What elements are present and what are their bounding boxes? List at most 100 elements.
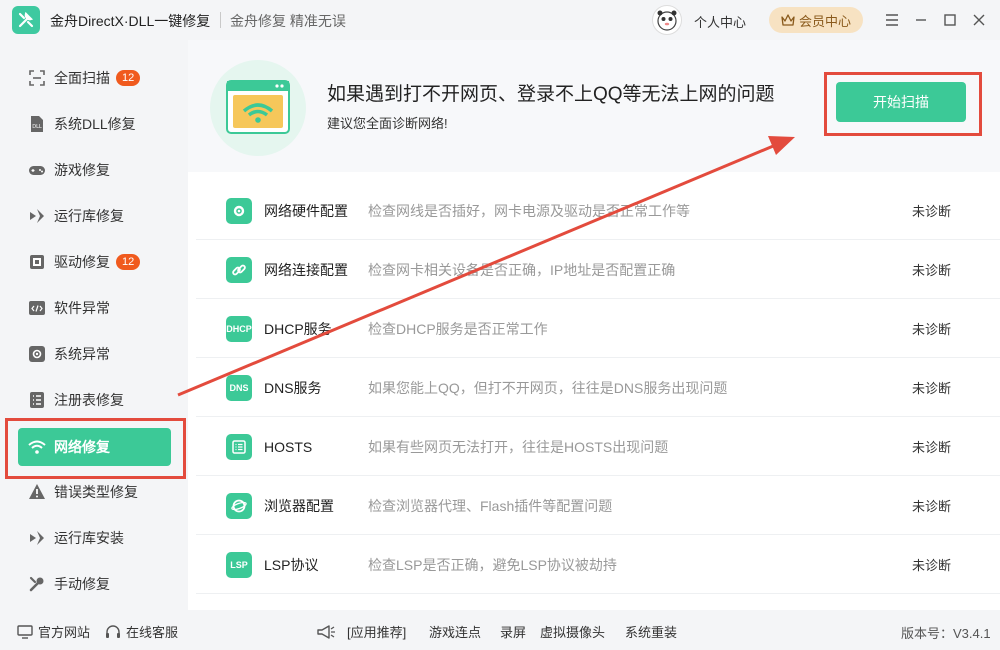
sidebar-item-label: 系统DLL修复	[54, 116, 136, 132]
official-site-label: 官方网站	[38, 625, 91, 640]
sidebar-item-label: 手动修复	[54, 576, 110, 592]
runtime-install-icon	[28, 529, 46, 547]
crown-icon	[781, 14, 795, 26]
sidebar-item-system[interactable]: 系统异常	[18, 334, 168, 374]
menu-icon[interactable]	[880, 8, 904, 32]
check-description: 如果您能上QQ，但打不开网页，往往是DNS服务出现问题	[368, 379, 728, 396]
count-badge: 12	[116, 254, 141, 270]
check-description: 如果有些网页无法打开，往往是HOSTS出现问题	[368, 438, 669, 455]
check-row-dns: DNS DNS服务 如果您能上QQ，但打不开网页，往往是DNS服务出现问题 未诊…	[196, 359, 1000, 417]
sidebar-item-registry[interactable]: 注册表修复	[18, 380, 168, 420]
sidebar-item-label: 运行库安装	[54, 530, 124, 546]
check-description: 检查网卡相关设备是否正确，IP地址是否配置正确	[368, 261, 676, 278]
check-status: 未诊断	[912, 499, 952, 514]
sidebar-item-driver[interactable]: 驱动修复 12	[18, 242, 168, 282]
sidebar-item-runtime-repair[interactable]: 运行库修复	[18, 196, 168, 236]
check-row-lsp: LSP LSP协议 检查LSP是否正确，避免LSP协议被劫持 未诊断	[196, 536, 1000, 594]
lsp-icon: LSP	[226, 551, 252, 578]
check-name: 浏览器配置	[264, 497, 334, 514]
sidebar-item-network[interactable]: 网络修复	[18, 428, 171, 466]
sidebar-item-label: 注册表修复	[54, 392, 124, 408]
footer-bar: 官方网站 在线客服 [应用推荐] 游戏连点 录屏 虚拟摄像头 系统重装 版本号：…	[0, 610, 1000, 650]
scan-icon	[28, 69, 46, 87]
sidebar-item-label: 运行库修复	[54, 208, 124, 224]
check-row-connection: 网络连接配置 检查网卡相关设备是否正确，IP地址是否配置正确 未诊断	[196, 241, 1000, 299]
check-row-hosts: HOSTS 如果有些网页无法打开，往往是HOSTS出现问题 未诊断	[196, 418, 1000, 476]
gear-icon	[226, 197, 252, 224]
check-name: LSP协议	[264, 556, 319, 573]
check-row-dhcp: DHCP DHCP服务 检查DHCP服务是否正常工作 未诊断	[196, 300, 1000, 358]
gamepad-icon	[28, 161, 46, 179]
check-name: HOSTS	[264, 438, 313, 455]
sidebar-item-manual[interactable]: 手动修复	[18, 564, 168, 604]
sidebar-item-full-scan[interactable]: 全面扫描 12	[18, 58, 168, 98]
driver-icon	[28, 253, 46, 271]
official-site-link[interactable]: 官方网站	[17, 622, 90, 641]
sidebar-item-label: 网络修复	[54, 439, 110, 455]
check-description: 检查DHCP服务是否正常工作	[368, 320, 548, 337]
check-description: 检查LSP是否正确，避免LSP协议被劫持	[368, 556, 617, 573]
registry-icon	[28, 391, 46, 409]
minimize-icon[interactable]	[909, 8, 933, 32]
app-logo	[12, 6, 40, 34]
footer-link-virtual-camera[interactable]: 虚拟摄像头	[540, 622, 605, 641]
footer-link-clicker[interactable]: 游戏连点	[429, 622, 481, 641]
hero-subtitle: 建议您全面诊断网络!	[327, 116, 448, 131]
title-bar: 金舟DirectX·DLL一键修复 金舟修复 精准无误 个人中心 会员中心	[0, 0, 1000, 40]
sidebar-item-error-type[interactable]: 错误类型修复	[18, 472, 168, 512]
footer-link-reinstall[interactable]: 系统重装	[625, 622, 677, 641]
gear-icon	[28, 345, 46, 363]
maximize-icon[interactable]	[938, 8, 962, 32]
wifi-icon	[28, 438, 46, 456]
count-badge: 12	[116, 70, 141, 86]
footer-link-recorder[interactable]: 录屏	[500, 622, 526, 641]
svg-text:DLL: DLL	[32, 124, 42, 130]
sidebar-item-game[interactable]: 游戏修复	[18, 150, 168, 190]
check-status: 未诊断	[912, 322, 952, 337]
user-avatar[interactable]	[652, 5, 682, 35]
sidebar-item-label: 驱动修复	[54, 254, 110, 270]
personal-center-link[interactable]: 个人中心	[694, 12, 746, 31]
sidebar-item-dll[interactable]: DLL 系统DLL修复	[18, 104, 168, 144]
link-icon	[226, 256, 252, 283]
vip-center-button[interactable]: 会员中心	[769, 7, 863, 33]
recommend-label: [应用推荐]	[347, 625, 407, 640]
code-icon	[28, 299, 46, 317]
version-label: 版本号：V3.4.1	[901, 626, 991, 641]
sidebar-item-label: 错误类型修复	[54, 484, 138, 500]
start-scan-button[interactable]: 开始扫描	[836, 82, 966, 122]
app-slogan: 金舟修复 精准无误	[230, 13, 346, 29]
online-service-label: 在线客服	[126, 625, 179, 640]
check-status: 未诊断	[912, 558, 952, 573]
sidebar-item-label: 游戏修复	[54, 162, 110, 178]
check-description: 检查浏览器代理、Flash插件等配置问题	[368, 497, 613, 514]
app-title: 金舟DirectX·DLL一键修复	[50, 13, 211, 29]
check-description: 检查网线是否插好，网卡电源及驱动是否正常工作等	[368, 202, 690, 219]
dhcp-icon: DHCP	[226, 315, 252, 342]
sidebar-item-software[interactable]: 软件异常	[18, 288, 168, 328]
check-status: 未诊断	[912, 381, 952, 396]
close-icon[interactable]	[967, 8, 991, 32]
hero-title: 如果遇到打不开网页、登录不上QQ等无法上网的问题	[327, 84, 775, 105]
dll-icon: DLL	[28, 115, 46, 133]
check-row-browser: 浏览器配置 检查浏览器代理、Flash插件等配置问题 未诊断	[196, 477, 1000, 535]
vip-center-label: 会员中心	[798, 13, 851, 29]
check-status: 未诊断	[912, 263, 952, 278]
sidebar-item-label: 全面扫描	[54, 70, 110, 86]
online-service-link[interactable]: 在线客服	[105, 622, 178, 641]
title-divider	[220, 12, 221, 28]
sidebar-item-label: 系统异常	[54, 346, 110, 362]
sidebar: 全面扫描 12 DLL 系统DLL修复 游戏修复 运行库修复 驱动修复 12 软…	[0, 40, 188, 610]
monitor-icon	[17, 624, 33, 639]
check-name: DHCP服务	[264, 320, 332, 337]
main-panel: 如果遇到打不开网页、登录不上QQ等无法上网的问题 建议您全面诊断网络! 开始扫描…	[188, 40, 1000, 610]
check-name: 网络连接配置	[264, 261, 348, 278]
sidebar-item-label: 软件异常	[54, 300, 110, 316]
headset-icon	[105, 624, 121, 639]
check-status: 未诊断	[912, 440, 952, 455]
network-illustration	[210, 60, 306, 156]
megaphone-icon	[316, 624, 336, 640]
hosts-icon	[226, 433, 252, 460]
sidebar-item-runtime-install[interactable]: 运行库安装	[18, 518, 168, 558]
check-status: 未诊断	[912, 204, 952, 219]
